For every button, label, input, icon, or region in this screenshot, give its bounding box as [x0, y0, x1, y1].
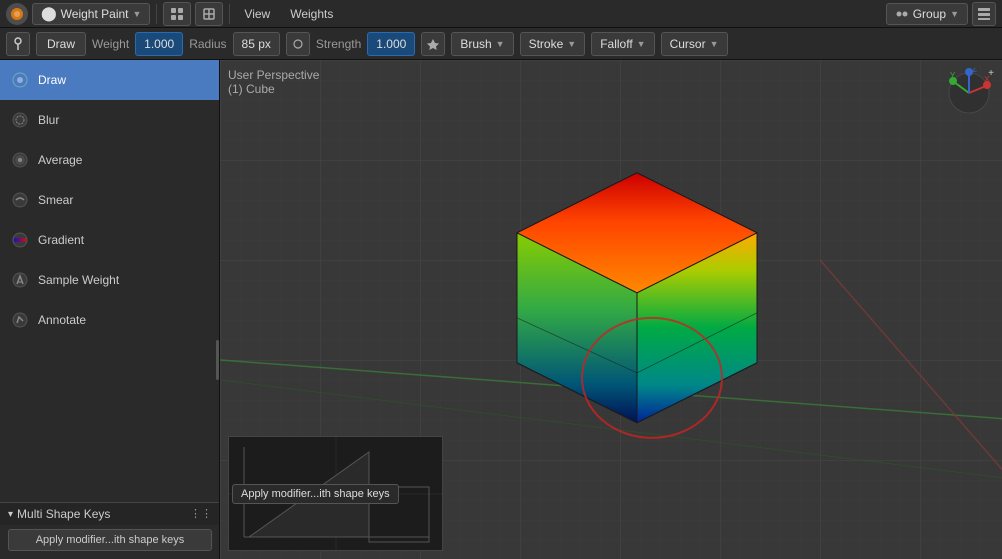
menu-view[interactable]: View [236, 5, 278, 23]
sidebar-item-draw[interactable]: Draw [0, 60, 219, 100]
strength-label: Strength [316, 37, 361, 51]
stroke-dropdown-label: Stroke [529, 37, 564, 51]
gradient-tool-label: Gradient [38, 233, 84, 247]
brush-dropdown-label: Brush [460, 37, 491, 51]
axes-widget: X Y Z [944, 68, 994, 121]
panel-header[interactable]: ▾ Multi Shape Keys ⋮⋮ [0, 503, 220, 525]
layout-icon-btn[interactable] [972, 2, 996, 26]
draw-label: Draw [47, 37, 75, 51]
svg-text:Z: Z [972, 68, 977, 74]
sample-weight-tool-icon [10, 270, 30, 290]
cursor-dropdown-label: Cursor [670, 37, 706, 51]
weight-value-field[interactable]: 1.000 [135, 32, 183, 56]
falloff-dropdown-label: Falloff [600, 37, 632, 51]
svg-text:Y: Y [950, 71, 956, 80]
apply-modifier-button[interactable]: Apply modifier...ith shape keys [8, 529, 212, 551]
sidebar-item-annotate[interactable]: Annotate [0, 300, 219, 340]
panel-header-label: Multi Shape Keys [17, 507, 110, 521]
blur-tool-icon [10, 110, 30, 130]
radius-field[interactable]: 85 px [233, 32, 280, 56]
draw-tool-label: Draw [38, 73, 66, 87]
strength-value: 1.000 [376, 37, 406, 51]
separator-2 [229, 4, 230, 24]
cursor-chevron-icon: ▼ [710, 39, 719, 49]
cube-object [507, 162, 767, 445]
main-area: Draw Blur Average [0, 60, 1002, 559]
stroke-dropdown[interactable]: Stroke ▼ [520, 32, 586, 56]
group-label: Group [913, 7, 946, 21]
sidebar: Draw Blur Average [0, 60, 220, 559]
falloff-chevron-icon: ▼ [637, 39, 646, 49]
average-tool-icon [10, 150, 30, 170]
strength-field[interactable]: 1.000 [367, 32, 415, 56]
apply-tooltip: Apply modifier...ith shape keys [232, 484, 399, 504]
sidebar-item-gradient[interactable]: Gradient [0, 220, 219, 260]
sidebar-item-blur[interactable]: Blur [0, 100, 219, 140]
radius-value: 85 px [242, 37, 271, 51]
blender-logo [6, 3, 28, 25]
annotate-tool-icon [10, 310, 30, 330]
bottom-panel: ▾ Multi Shape Keys ⋮⋮ Apply modifier...i… [0, 502, 220, 559]
header-toolbar: Draw Weight 1.000 Radius 85 px Strength … [0, 28, 1002, 60]
mode-selector[interactable]: ⬤ Weight Paint ▼ [32, 3, 150, 25]
tooltip-text: Apply modifier...ith shape keys [241, 488, 390, 500]
panel-options-icon[interactable]: ⋮⋮ [190, 507, 212, 520]
sidebar-item-smear[interactable]: Smear [0, 180, 219, 220]
panel-collapse-icon: ▾ [8, 509, 13, 520]
mode-label: Weight Paint [61, 7, 129, 21]
blur-tool-label: Blur [38, 113, 59, 127]
weight-label: Weight [92, 37, 129, 51]
smear-tool-label: Smear [38, 193, 73, 207]
draw-button[interactable]: Draw [36, 32, 86, 56]
sidebar-item-sample-weight[interactable]: Sample Weight [0, 260, 219, 300]
radius-icon-btn[interactable] [286, 32, 310, 56]
stroke-chevron-icon: ▼ [567, 39, 576, 49]
topbar: ⬤ Weight Paint ▼ View Weights Group ▼ [0, 0, 1002, 28]
menu-weights[interactable]: Weights [282, 5, 341, 23]
brush-dropdown[interactable]: Brush ▼ [451, 32, 513, 56]
sample-weight-tool-label: Sample Weight [38, 273, 119, 287]
cursor-dropdown[interactable]: Cursor ▼ [661, 32, 728, 56]
scrollbar[interactable] [216, 340, 219, 380]
group-button[interactable]: Group ▼ [886, 3, 968, 25]
icon-btn-2[interactable] [195, 2, 223, 26]
icon-btn-1[interactable] [163, 2, 191, 26]
topbar-right: Group ▼ [886, 2, 996, 26]
falloff-dropdown[interactable]: Falloff ▼ [591, 32, 654, 56]
smear-tool-icon [10, 190, 30, 210]
sidebar-item-average[interactable]: Average [0, 140, 219, 180]
draw-tool-icon [10, 70, 30, 90]
mode-icon: ⬤ [41, 5, 57, 22]
weight-value: 1.000 [144, 37, 174, 51]
average-tool-label: Average [38, 153, 82, 167]
gradient-tool-icon [10, 230, 30, 250]
annotate-tool-label: Annotate [38, 313, 86, 327]
mode-chevron-icon: ▼ [133, 9, 142, 19]
brush-chevron-icon: ▼ [496, 39, 505, 49]
brush-icon-btn[interactable] [6, 32, 30, 56]
svg-text:X: X [984, 75, 990, 84]
group-chevron-icon: ▼ [950, 9, 959, 19]
panel-content: Apply modifier...ith shape keys [0, 525, 220, 559]
viewport[interactable]: User Perspective (1) Cube + [220, 60, 1002, 559]
strength-icon-btn[interactable] [421, 32, 445, 56]
separator [156, 4, 157, 24]
radius-label: Radius [189, 37, 226, 51]
